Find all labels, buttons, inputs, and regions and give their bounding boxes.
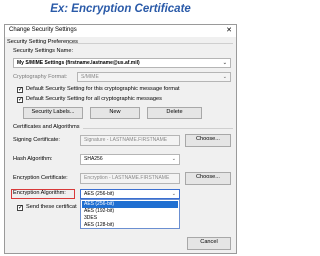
choose-signing-button[interactable]: Choose... xyxy=(185,134,231,147)
settings-name-label: Security Settings Name: xyxy=(13,48,74,54)
option-3des[interactable]: 3DES xyxy=(82,215,178,222)
crypto-format-value: S/MIME xyxy=(81,74,99,80)
security-labels-button[interactable]: Security Labels... xyxy=(23,107,83,119)
chevron-down-icon: ⌄ xyxy=(171,156,176,162)
delete-button[interactable]: Delete xyxy=(147,107,202,119)
choose-encryption-button[interactable]: Choose... xyxy=(185,172,231,185)
enc-alg-label: Encryption Algorithm: xyxy=(13,190,66,196)
group-label-certificates: Certificates and Algorithms xyxy=(13,124,80,130)
signing-cert-value: Signature - LASTNAME.FIRSTNAME xyxy=(84,137,168,143)
default-all-checkbox[interactable] xyxy=(17,96,23,103)
option-aes-192[interactable]: AES (192-bit) xyxy=(82,208,178,215)
enc-alg-options-list[interactable]: AES (256-bit) AES (192-bit) 3DES AES (12… xyxy=(80,199,180,229)
default-format-label: Default Security Setting for this crypto… xyxy=(26,86,180,92)
enc-cert-value: Encryption - LASTNAME.FIRSTNAME xyxy=(84,175,170,181)
close-icon[interactable]: ✕ xyxy=(226,26,232,34)
caption-title: Ex: Encryption Certificate xyxy=(50,3,191,15)
hash-algorithm-value: SHA256 xyxy=(84,156,103,162)
default-format-checkbox[interactable] xyxy=(17,86,23,93)
chevron-down-icon: ⌄ xyxy=(171,191,176,197)
enc-alg-dropdown[interactable]: AES (256-bit) ⌄ xyxy=(80,189,180,199)
enc-cert-field: Encryption - LASTNAME.FIRSTNAME xyxy=(80,173,180,184)
dialog-title: Change Security Settings xyxy=(9,27,77,33)
enc-alg-value: AES (256-bit) xyxy=(84,191,115,197)
option-aes-128[interactable]: AES (128-bit) xyxy=(82,222,178,229)
option-aes-256[interactable]: AES (256-bit) xyxy=(82,201,178,208)
chevron-down-icon: ⌄ xyxy=(222,74,227,80)
chevron-down-icon: ⌄ xyxy=(222,60,227,66)
enc-cert-label: Encryption Certificate: xyxy=(13,175,68,181)
hash-algorithm-label: Hash Algorithm: xyxy=(13,156,53,162)
new-button[interactable]: New xyxy=(90,107,140,119)
group-divider xyxy=(83,128,233,129)
signing-cert-label: Signing Certificate: xyxy=(13,137,60,143)
hash-algorithm-dropdown[interactable]: SHA256 ⌄ xyxy=(80,154,180,165)
group-divider xyxy=(67,43,233,44)
send-certs-checkbox[interactable] xyxy=(17,204,23,211)
cancel-button[interactable]: Cancel xyxy=(187,237,231,250)
settings-name-dropdown[interactable]: My S/MIME Settings (firstname.lastname@u… xyxy=(13,58,231,68)
send-certs-label: Send these certificat xyxy=(26,204,77,210)
crypto-format-dropdown[interactable]: S/MIME ⌄ xyxy=(77,72,231,82)
change-security-settings-dialog: Change Security Settings ✕ Security Sett… xyxy=(4,24,237,254)
default-all-label: Default Security Setting for all cryptog… xyxy=(26,96,162,102)
title-bar: Change Security Settings ✕ xyxy=(5,25,236,37)
settings-name-value: My S/MIME Settings (firstname.lastname@u… xyxy=(17,60,140,66)
signing-cert-field: Signature - LASTNAME.FIRSTNAME xyxy=(80,135,180,146)
crypto-format-label: Cryptography Format: xyxy=(13,74,68,80)
